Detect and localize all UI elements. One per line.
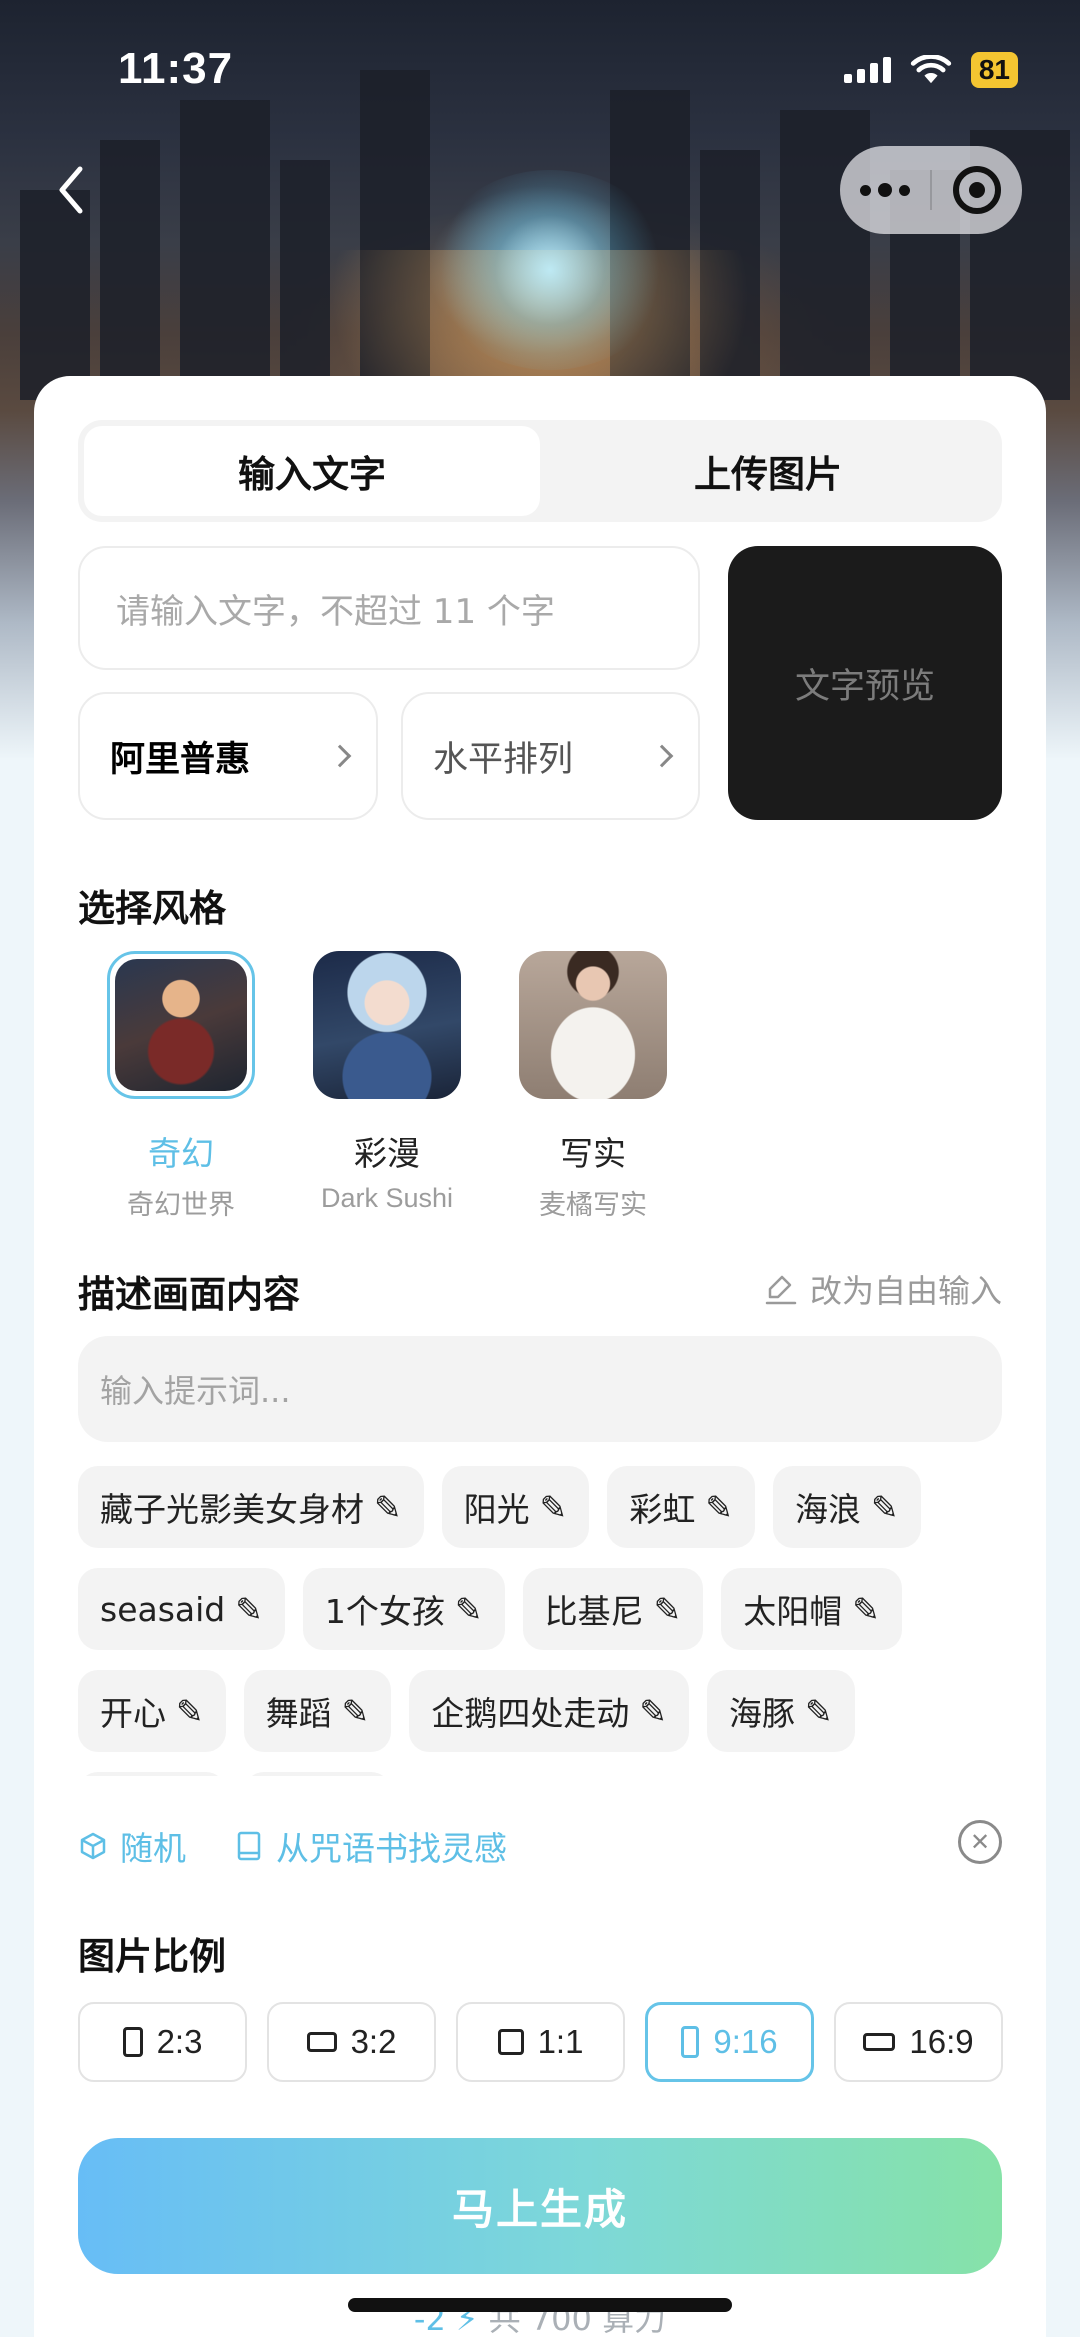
clear-button[interactable]: ✕ bbox=[958, 1820, 1002, 1864]
prompt-tag[interactable]: 海豚 ✎ bbox=[706, 1670, 855, 1752]
prompt-tag[interactable]: 比基尼 ✎ bbox=[522, 1568, 704, 1650]
style-thumbnail bbox=[115, 959, 247, 1091]
text-preview: 文字预览 bbox=[728, 546, 1002, 820]
generate-button[interactable]: 马上生成 bbox=[78, 2138, 1002, 2274]
pen-icon[interactable]: ✎ bbox=[654, 1590, 682, 1629]
pen-icon[interactable]: ✎ bbox=[455, 1590, 483, 1629]
prompt-tag[interactable]: 藏子光影美女身材 ✎ bbox=[78, 1466, 424, 1548]
text-input[interactable]: 请输入文字，不超过 11 个字 bbox=[78, 546, 700, 670]
prompt-tag[interactable]: 太阳帽 ✎ bbox=[721, 1568, 902, 1650]
style-item-realistic[interactable]: 写实 麦橘写实 bbox=[490, 951, 696, 1222]
prompt-tag[interactable]: seasaid ✎ bbox=[78, 1568, 285, 1650]
tab-text-input[interactable]: 输入文字 bbox=[84, 426, 540, 516]
prompt-tag[interactable]: 阳光 ✎ bbox=[441, 1466, 590, 1548]
switch-free-input-label: 改为自由输入 bbox=[809, 1272, 1002, 1310]
target-icon bbox=[953, 166, 1001, 214]
landscape-ratio-icon bbox=[306, 2032, 337, 2052]
back-button[interactable] bbox=[56, 160, 96, 220]
prompt-tag[interactable]: 开心 ✎ bbox=[78, 1670, 226, 1752]
status-icons: 81 bbox=[843, 52, 1018, 88]
random-label: 随机 bbox=[120, 1829, 186, 1868]
ratio-1-1[interactable]: 1:1 bbox=[456, 2002, 625, 2082]
main-card: 输入文字 上传图片 请输入文字，不超过 11 个字 文字预览 阿里普惠 水平排列… bbox=[34, 376, 1046, 2337]
chevron-left-icon bbox=[59, 166, 83, 214]
square-ratio-icon bbox=[497, 2029, 524, 2055]
ratio-9-16[interactable]: 9:16 bbox=[645, 2002, 814, 2082]
layout-select-value: 水平排列 bbox=[433, 739, 574, 780]
style-section-title: 选择风格 bbox=[78, 887, 226, 930]
input-mode-tabs: 输入文字 上传图片 bbox=[78, 420, 1002, 522]
mini-program-capsule bbox=[840, 146, 1022, 234]
pen-edit-icon bbox=[765, 1275, 797, 1305]
chevron-right-icon bbox=[328, 744, 352, 768]
style-list: 奇幻 奇幻世界 彩漫 Dark Sushi 写实 麦橘写实 bbox=[78, 951, 696, 1222]
close-program-button[interactable] bbox=[932, 166, 1022, 214]
spellbook-button[interactable]: 从咒语书找灵感 bbox=[234, 1822, 507, 1870]
style-item-anime[interactable]: 彩漫 Dark Sushi bbox=[284, 951, 490, 1222]
style-name: 写实 bbox=[560, 1134, 626, 1173]
more-button[interactable] bbox=[840, 183, 930, 197]
portrait-ratio-icon bbox=[122, 2027, 143, 2057]
style-thumbnail bbox=[313, 951, 461, 1099]
dice-icon bbox=[80, 1832, 106, 1860]
prompt-tag[interactable]: 彩虹 ✎ bbox=[607, 1466, 755, 1548]
style-sub: Dark Sushi bbox=[320, 1183, 454, 1213]
portrait-ratio-icon bbox=[681, 2026, 700, 2058]
style-thumbnail bbox=[519, 951, 667, 1099]
pen-icon[interactable]: ✎ bbox=[705, 1488, 733, 1527]
landscape-ratio-icon bbox=[863, 2033, 896, 2051]
layout-select[interactable]: 水平排列 bbox=[401, 692, 700, 820]
style-item-fantasy[interactable]: 奇幻 奇幻世界 bbox=[78, 951, 284, 1222]
ratio-3-2[interactable]: 3:2 bbox=[267, 2002, 436, 2082]
ratio-section-title: 图片比例 bbox=[78, 1935, 226, 1978]
describe-section-title: 描述画面内容 bbox=[78, 1273, 300, 1316]
tab-upload-image[interactable]: 上传图片 bbox=[540, 426, 996, 516]
pen-icon[interactable]: ✎ bbox=[176, 1692, 204, 1731]
random-button[interactable]: 随机 bbox=[78, 1822, 186, 1870]
pen-icon[interactable]: ✎ bbox=[805, 1692, 833, 1731]
pen-icon[interactable]: ✎ bbox=[540, 1488, 568, 1527]
pen-icon[interactable]: ✎ bbox=[871, 1488, 899, 1527]
prompt-tag[interactable]: 1个女孩 ✎ bbox=[302, 1568, 505, 1650]
font-select-value: 阿里普惠 bbox=[110, 739, 251, 780]
chevron-right-icon bbox=[650, 744, 674, 768]
signal-icon bbox=[843, 57, 891, 83]
prompt-tag[interactable]: 舞蹈 ✎ bbox=[243, 1670, 392, 1752]
font-select[interactable]: 阿里普惠 bbox=[78, 692, 378, 820]
style-name: 彩漫 bbox=[354, 1134, 420, 1173]
battery-icon: 81 bbox=[970, 52, 1018, 88]
ratio-16-9[interactable]: 16:9 bbox=[834, 2002, 1003, 2082]
pen-icon[interactable]: ✎ bbox=[342, 1692, 370, 1731]
pen-icon[interactable]: ✎ bbox=[235, 1590, 263, 1629]
home-indicator bbox=[348, 2298, 732, 2312]
prompt-input[interactable]: 输入提示词... bbox=[78, 1336, 1002, 1442]
ratio-options: 2:3 3:2 1:1 9:16 16:9 bbox=[78, 2002, 1003, 2082]
pen-icon[interactable]: ✎ bbox=[374, 1488, 402, 1527]
style-name: 奇幻 bbox=[148, 1134, 214, 1173]
prompt-tag[interactable]: 冰山✎ bbox=[243, 1772, 392, 1776]
pen-icon[interactable]: ✎ bbox=[852, 1590, 880, 1629]
close-icon: ✕ bbox=[969, 1828, 991, 1856]
ratio-2-3[interactable]: 2:3 bbox=[78, 2002, 247, 2082]
spellbook-label: 从咒语书找灵感 bbox=[276, 1829, 507, 1868]
style-sub: 奇幻世界 bbox=[127, 1190, 235, 1220]
book-icon bbox=[237, 1831, 261, 1861]
prompt-tags: 藏子光影美女身材 ✎ 阳光 ✎ 彩虹 ✎ 海浪 ✎ seasaid ✎ 1个女孩 ✎ 比基尼… bbox=[78, 1466, 1002, 1776]
style-sub: 麦橘写实 bbox=[539, 1190, 647, 1220]
prompt-tag[interactable]: 海鸥✎ bbox=[78, 1772, 226, 1776]
pen-icon[interactable]: ✎ bbox=[639, 1692, 667, 1731]
prompt-tools: 随机 从咒语书找灵感 bbox=[78, 1822, 537, 1870]
status-time: 11:37 bbox=[118, 44, 234, 93]
prompt-tag[interactable]: 海浪 ✎ bbox=[772, 1466, 921, 1548]
prompt-tag[interactable]: 企鹅四处走动 ✎ bbox=[409, 1670, 689, 1752]
switch-free-input-button[interactable]: 改为自由输入 bbox=[764, 1266, 1002, 1312]
wifi-icon bbox=[910, 55, 951, 84]
